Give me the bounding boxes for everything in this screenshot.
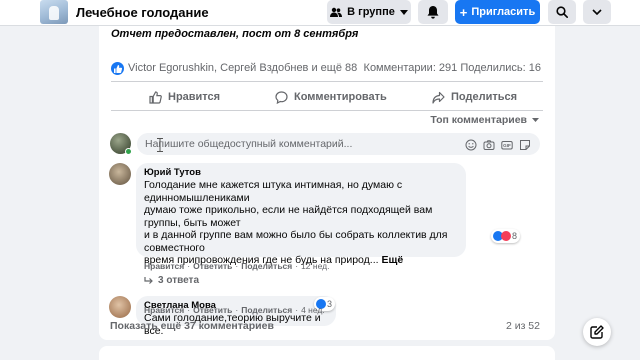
group-header-bar: Лечебное голодание В группе + Пригласить	[0, 0, 640, 26]
emoji-icon[interactable]	[465, 138, 477, 151]
gif-icon[interactable]: GIF	[501, 138, 513, 150]
invite-label: Пригласить	[471, 6, 536, 18]
online-status-dot	[125, 148, 132, 155]
heart-reaction-icon	[501, 231, 511, 241]
group-cover-thumbnail[interactable]	[40, 0, 68, 24]
comment-like-link[interactable]: Нравится	[144, 305, 184, 315]
share-button[interactable]: Поделиться	[432, 86, 517, 108]
comment-button[interactable]: Комментировать	[275, 86, 387, 108]
see-more-link[interactable]: Ещё	[381, 254, 403, 266]
next-post-card	[99, 346, 555, 360]
group-title[interactable]: Лечебное голодание	[76, 5, 209, 20]
reaction-count: 8	[512, 231, 518, 241]
comment-share-link[interactable]: Поделиться	[241, 261, 292, 271]
comment-timestamp[interactable]: 12 нед.	[301, 261, 329, 271]
comment-actions: Нравится · Ответить · Поделиться · 4 нед.	[144, 305, 325, 315]
like-reaction-icon[interactable]	[111, 62, 124, 75]
post-stats: Victor Egorushkin, Сергей Вздобнев и ещё…	[111, 61, 543, 77]
share-label: Поделиться	[451, 91, 518, 103]
comment-text-line: Голодание мне кажется штука интимная, но…	[144, 179, 403, 204]
comment-share-link[interactable]: Поделиться	[241, 305, 292, 315]
comment-author-avatar[interactable]	[109, 296, 131, 318]
member-status-label: В группе	[347, 6, 395, 18]
divider	[111, 110, 543, 111]
comment-reply-link[interactable]: Ответить	[193, 261, 232, 271]
search-icon	[556, 6, 568, 18]
comment-reactions[interactable]: 8	[491, 229, 521, 243]
more-options-button[interactable]	[583, 0, 611, 24]
invite-button[interactable]: + Пригласить	[455, 0, 540, 24]
comment-text-line: и в данной группе вам можно было бы собр…	[144, 229, 448, 254]
comment-timestamp[interactable]: 4 нед.	[301, 305, 325, 315]
comment-bubble: Юрий Тутов Голодание мне кажется штука и…	[136, 163, 466, 266]
svg-text:GIF: GIF	[503, 143, 511, 148]
compose-icon	[590, 325, 604, 339]
search-button[interactable]	[548, 0, 576, 24]
post-text: Отчет предоставлен, пост от 8 сентября	[111, 28, 359, 40]
share-icon	[432, 91, 445, 104]
comment-author-avatar[interactable]	[109, 163, 131, 185]
thumbs-up-icon	[149, 90, 162, 104]
comment-text-line: думаю тоже прикольно, если не найдётся п…	[144, 204, 433, 229]
notifications-button[interactable]	[418, 0, 448, 24]
chevron-down-icon	[399, 9, 408, 15]
member-status-button[interactable]: В группе	[327, 0, 411, 24]
comment-actions: Нравится · Ответить · Поделиться · 12 нед.	[144, 261, 330, 271]
comment-sort-dropdown[interactable]: Топ комментариев	[430, 114, 539, 126]
bell-icon	[427, 5, 439, 19]
comment-input-tools: GIF	[465, 138, 531, 151]
plus-icon: +	[459, 4, 468, 20]
divider	[111, 81, 543, 82]
caret-down-icon	[532, 118, 539, 122]
sticker-icon[interactable]	[519, 138, 531, 150]
like-button[interactable]: Нравится	[149, 86, 220, 108]
members-icon	[330, 7, 343, 17]
comment-reply-link[interactable]: Ответить	[193, 305, 232, 315]
comment-share-counts[interactable]: Комментарии: 291 Поделились: 16	[364, 62, 541, 74]
likers-summary[interactable]: Victor Egorushkin, Сергей Вздобнев и ещё…	[128, 62, 357, 74]
show-more-comments-link[interactable]: Показать ещё 37 комментариев	[110, 320, 274, 332]
camera-icon[interactable]	[483, 138, 495, 150]
new-message-button[interactable]	[583, 318, 611, 346]
comment-like-link[interactable]: Нравится	[144, 261, 184, 271]
chevron-down-icon	[592, 9, 602, 15]
comment-author-name[interactable]: Юрий Тутов	[144, 167, 458, 179]
comments-pagination: 2 из 52	[505, 320, 540, 332]
reaction-count: 3	[327, 299, 333, 309]
comment-label: Комментировать	[294, 91, 387, 103]
comment-sort-label: Топ комментариев	[430, 114, 527, 126]
text-cursor-icon	[157, 138, 163, 152]
reply-arrow-icon	[144, 276, 153, 284]
post-card: Отчет предоставлен, пост от 8 сентября V…	[99, 26, 555, 340]
like-label: Нравится	[168, 91, 221, 103]
replies-count-label: 3 ответа	[158, 275, 200, 286]
comment-icon	[275, 90, 288, 104]
view-replies-link[interactable]: 3 ответа	[144, 275, 199, 286]
